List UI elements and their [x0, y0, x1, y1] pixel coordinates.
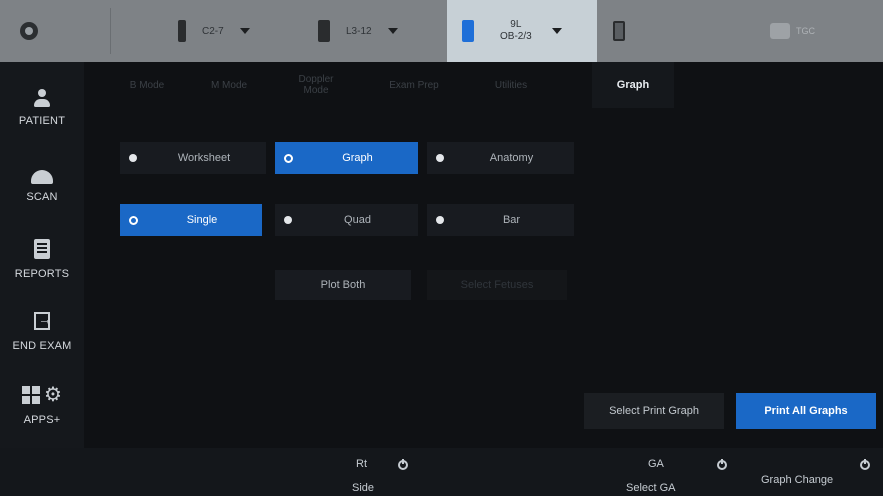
apps-icon: ⚙: [22, 385, 62, 405]
sidebar-item-reports[interactable]: REPORTS: [0, 238, 84, 280]
option-worksheet[interactable]: Worksheet: [120, 142, 266, 174]
probe-label: L3-12: [346, 25, 372, 37]
option-label: Bar: [502, 214, 521, 226]
option-quad[interactable]: Quad: [275, 204, 418, 236]
radio-icon: [436, 216, 444, 224]
tgc-icon: [770, 23, 790, 39]
radio-selected-icon: [129, 216, 138, 225]
select-fetuses-button: Select Fetuses: [427, 270, 567, 300]
knob-ga-value: Select GA: [626, 482, 676, 494]
sidebar-item-label: REPORTS: [14, 268, 70, 280]
probe-l3-12[interactable]: L3-12: [318, 0, 398, 62]
sidebar-item-label: END EXAM: [12, 340, 72, 352]
probe-label-line2: OB-2/3: [500, 31, 532, 42]
sidebar-item-patient[interactable]: PATIENT: [0, 88, 84, 127]
home-icon[interactable]: [20, 22, 38, 40]
chevron-down-icon[interactable]: [239, 28, 250, 34]
tab-utilities[interactable]: Utilities: [466, 62, 556, 108]
tgc-button[interactable]: TGC: [770, 0, 815, 62]
tab-graph[interactable]: Graph: [592, 62, 674, 108]
option-label: Anatomy: [489, 152, 534, 164]
chevron-down-icon[interactable]: [387, 28, 398, 34]
knob-ga-label: GA: [648, 458, 664, 470]
option-label: Single: [186, 214, 218, 226]
device-icon: [613, 21, 625, 41]
radio-icon: [284, 216, 292, 224]
print-all-graphs-button[interactable]: Print All Graphs: [736, 393, 876, 429]
probe-icon: [462, 20, 474, 42]
gear-icon: ⚙: [44, 384, 62, 406]
tab-label-line1: Doppler: [298, 74, 334, 85]
probe-label: 9L OB-2/3: [500, 19, 532, 43]
probe-c2-7[interactable]: C2-7: [178, 0, 250, 62]
probe-label: C2-7: [202, 25, 224, 37]
knob-bar: Rt Side GA Select GA Graph Change: [0, 448, 883, 496]
sidebar-item-end-exam[interactable]: END EXAM: [0, 310, 84, 352]
sidebar: PATIENT SCAN REPORTS END EXAM ⚙ APPS+: [0, 62, 84, 448]
tab-m-mode[interactable]: M Mode: [194, 62, 264, 108]
option-label: Graph: [342, 152, 373, 164]
option-bar[interactable]: Bar: [427, 204, 574, 236]
knob-side-label: Rt: [356, 458, 367, 470]
knob-icon[interactable]: [860, 459, 870, 470]
knob-icon[interactable]: [717, 459, 727, 470]
option-label: Quad: [344, 214, 371, 226]
tab-doppler-mode[interactable]: Doppler Mode: [276, 62, 356, 108]
probe-device[interactable]: [613, 0, 625, 62]
tab-b-mode[interactable]: B Mode: [112, 62, 182, 108]
tab-bar: B Mode M Mode Doppler Mode Exam Prep Uti…: [84, 62, 883, 108]
tab-exam-prep[interactable]: Exam Prep: [374, 62, 454, 108]
tab-label-line2: Mode: [303, 85, 329, 96]
knob-icon[interactable]: [398, 459, 408, 470]
radio-icon: [436, 154, 444, 162]
probe-bar: C2-7 L3-12 9L OB-2/3 TGC: [0, 0, 883, 62]
option-single[interactable]: Single: [120, 204, 262, 236]
option-label: Worksheet: [177, 152, 231, 164]
radio-selected-icon: [284, 154, 293, 163]
probe-icon: [318, 20, 330, 42]
main-panel: B Mode M Mode Doppler Mode Exam Prep Uti…: [84, 62, 883, 448]
scan-icon: [31, 170, 53, 184]
knob-side-value: Side: [352, 482, 375, 494]
reports-icon: [34, 239, 50, 259]
sidebar-item-scan[interactable]: SCAN: [0, 166, 84, 203]
sidebar-item-label: PATIENT: [18, 115, 66, 127]
sidebar-item-label: SCAN: [26, 191, 58, 203]
plot-both-button[interactable]: Plot Both: [275, 270, 411, 300]
exit-icon: [34, 311, 52, 330]
divider: [110, 8, 111, 54]
option-graph[interactable]: Graph: [275, 142, 418, 174]
sidebar-item-label: APPS+: [23, 414, 61, 426]
sidebar-item-apps[interactable]: ⚙ APPS+: [0, 384, 84, 426]
select-print-graph-button[interactable]: Select Print Graph: [584, 393, 724, 429]
option-anatomy[interactable]: Anatomy: [427, 142, 574, 174]
probe-9l[interactable]: 9L OB-2/3: [462, 0, 562, 62]
tgc-label: TGC: [796, 26, 815, 36]
person-icon: [34, 89, 50, 109]
radio-icon: [129, 154, 137, 162]
chevron-down-icon[interactable]: [551, 28, 562, 34]
knob-graph-change-label: Graph Change: [761, 474, 834, 486]
probe-icon: [178, 20, 186, 42]
probe-label-line1: 9L: [510, 19, 522, 30]
